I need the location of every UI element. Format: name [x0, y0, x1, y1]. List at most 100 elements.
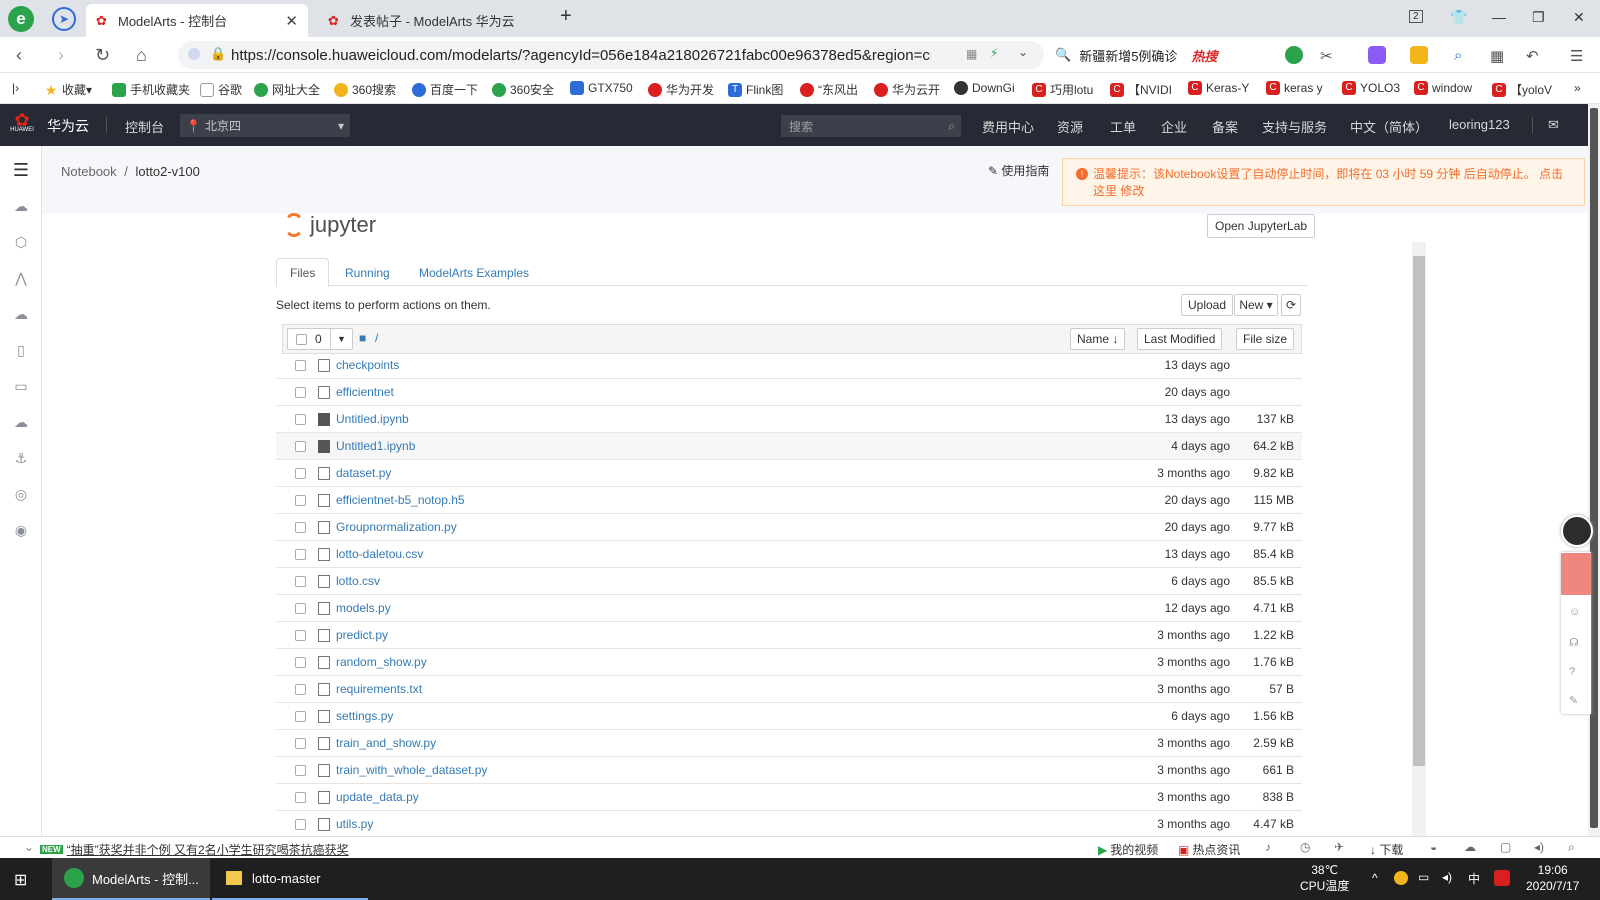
bookmark-item[interactable]: Ckeras y [1266, 81, 1323, 95]
bookmark-item[interactable]: 手机收藏夹 [112, 81, 190, 98]
menu-tickets[interactable]: 工单 [1110, 117, 1136, 136]
refresh-icon[interactable]: ⟳ [1281, 294, 1301, 316]
region-select[interactable]: 📍 北京四 ▾ [180, 114, 350, 137]
file-name-link[interactable]: update_data.py [336, 790, 419, 804]
close-tab-icon[interactable]: ✕ [285, 12, 298, 30]
row-checkbox[interactable] [295, 575, 306, 587]
chevron-down-icon[interactable]: ⌄ [1018, 45, 1028, 59]
user-menu[interactable]: leoring123 [1449, 117, 1510, 132]
my-video-button[interactable]: ▶ 我的视频 [1098, 841, 1158, 858]
select-all-checkbox[interactable] [296, 333, 307, 345]
huawei-logo-icon[interactable]: ✿ HUAWEI [10, 110, 34, 140]
news-ticker[interactable]: NEW “抽重”获奖并非个例 又有2名小学生研究喝茶抗癌获奖 [40, 841, 349, 858]
bookmark-item[interactable]: 华为开发 [648, 81, 714, 98]
download-button[interactable]: ↓ 下载 [1370, 841, 1403, 858]
select-all-dropdown[interactable]: 0 ▼ [287, 328, 353, 350]
settings-circle-icon[interactable]: ◉ [12, 522, 30, 540]
window-count-badge[interactable]: 2 [1409, 10, 1423, 23]
file-row[interactable]: lotto.csv 6 days ago 85.5 kB [276, 568, 1302, 595]
tray-chevron-up-icon[interactable]: ^ [1372, 871, 1378, 885]
clipboard-icon[interactable]: ▭ [12, 378, 30, 396]
bookmark-item[interactable]: C 【yoloV [1492, 81, 1552, 98]
network-icon[interactable]: ▭ [1418, 870, 1429, 884]
deploy-icon[interactable]: ⚓ [12, 450, 30, 468]
new-tab-button[interactable]: + [560, 5, 572, 28]
bookmark-item[interactable]: “东风出 [800, 81, 858, 98]
row-checkbox[interactable] [295, 467, 306, 479]
tab-modelarts-examples[interactable]: ModelArts Examples [406, 258, 542, 287]
sort-by-modified-button[interactable]: Last Modified [1137, 328, 1223, 350]
bookmark-item[interactable]: C YOLO3 [1342, 81, 1400, 95]
browser-logo-icon[interactable]: e [8, 6, 34, 32]
row-checkbox[interactable] [295, 413, 306, 425]
site-info-icon[interactable] [188, 48, 200, 60]
file-name-link[interactable]: Groupnormalization.py [336, 520, 457, 534]
file-row[interactable]: predict.py 3 months ago 1.22 kB [276, 622, 1302, 649]
screenshot-scissors-icon[interactable]: ✂ [1320, 47, 1333, 65]
row-checkbox[interactable] [295, 521, 306, 533]
file-name-link[interactable]: efficientnet-b5_notop.h5 [336, 493, 465, 507]
breadcrumb-notebook-link[interactable]: Notebook [61, 164, 117, 179]
bookmark-item[interactable]: T Flink图 [728, 81, 783, 98]
home-icon[interactable]: ⌂ [136, 45, 147, 66]
hamburger-menu-icon[interactable]: ☰ [12, 160, 30, 180]
cloud-service-icon[interactable]: ☁ [12, 306, 30, 324]
ime-indicator[interactable]: 中 [1468, 870, 1480, 887]
user-guide-link[interactable]: ✎ 使用指南 [988, 162, 1049, 179]
file-name-link[interactable]: train_with_whole_dataset.py [336, 763, 487, 777]
brand-name[interactable]: 华为云 [47, 116, 89, 136]
language-select[interactable]: 中文（简体） [1350, 117, 1428, 136]
caret-down-icon[interactable]: ▼ [330, 329, 352, 349]
globe-icon[interactable]: ◎ [12, 486, 30, 504]
row-checkbox[interactable] [295, 494, 306, 506]
cloud-icon[interactable]: ☁ [1464, 840, 1476, 854]
file-name-link[interactable]: lotto-daletou.csv [336, 547, 423, 561]
file-name-link[interactable]: random_show.py [336, 655, 427, 669]
file-row[interactable]: requirements.txt 3 months ago 57 B [276, 676, 1302, 703]
hot-search-tag[interactable]: 热搜 [1191, 46, 1217, 65]
file-row[interactable]: checkpoints 13 days ago [276, 352, 1302, 379]
row-checkbox[interactable] [295, 764, 306, 776]
file-name-link[interactable]: requirements.txt [336, 682, 422, 696]
file-name-link[interactable]: lotto.csv [336, 574, 380, 588]
speed-dial-icon[interactable]: ◷ [1300, 840, 1310, 854]
window-icon[interactable]: ▢ [1500, 840, 1511, 854]
bookmark-item[interactable]: GTX750 [570, 81, 633, 95]
tab-running[interactable]: Running [332, 258, 403, 287]
file-row[interactable]: lotto-daletou.csv 13 days ago 85.4 kB [276, 541, 1302, 568]
console-link[interactable]: 控制台 [125, 117, 164, 136]
apps-grid-icon[interactable]: ▦ [1490, 47, 1504, 65]
file-name-link[interactable]: utils.py [336, 817, 373, 831]
file-name-link[interactable]: checkpoints [336, 358, 399, 372]
file-row[interactable]: Untitled.ipynb 13 days ago 137 kB [276, 406, 1302, 433]
file-row[interactable]: settings.py 6 days ago 1.56 kB [276, 703, 1302, 730]
close-window-icon[interactable]: ✕ [1573, 9, 1585, 26]
back-icon[interactable]: ‹ [16, 45, 22, 66]
file-row[interactable]: update_data.py 3 months ago 838 B [276, 784, 1302, 811]
cube-icon[interactable]: ⬡ [12, 234, 30, 252]
file-row[interactable]: utils.py 3 months ago 4.47 kB [276, 811, 1302, 838]
row-checkbox[interactable] [295, 791, 306, 803]
file-name-link[interactable]: train_and_show.py [336, 736, 436, 750]
minimize-icon[interactable]: — [1492, 9, 1506, 25]
edit-icon[interactable]: ✎ [1569, 694, 1578, 707]
row-checkbox[interactable] [295, 737, 306, 749]
help-icon[interactable]: ? [1569, 666, 1575, 678]
rocket-icon[interactable]: ✈ [1334, 840, 1344, 854]
shield-icon[interactable] [1410, 46, 1428, 64]
cookie-icon[interactable]: ◒ [1430, 840, 1437, 854]
robot-assistant-icon[interactable] [1561, 515, 1593, 547]
file-name-link[interactable]: efficientnet [336, 385, 394, 399]
bookmark-item[interactable]: 谷歌 [200, 81, 242, 98]
sidebar-toggle-icon[interactable]: |› [12, 81, 19, 95]
bookmark-item[interactable]: C 【NVIDI [1110, 81, 1172, 98]
document-icon[interactable]: ▯ [12, 342, 30, 360]
sort-by-name-button[interactable]: Name ↓ [1070, 328, 1126, 350]
bookmark-item[interactable]: DownGi [954, 81, 1015, 95]
wechat-extension-icon[interactable] [1285, 46, 1303, 64]
feedback-icon[interactable] [1561, 553, 1591, 595]
speed-icon[interactable]: ⚡ [990, 46, 998, 60]
undo-icon[interactable]: ↶ [1526, 47, 1539, 65]
sort-by-size-button[interactable]: File size [1236, 328, 1295, 350]
menu-enterprise[interactable]: 企业 [1161, 117, 1187, 136]
